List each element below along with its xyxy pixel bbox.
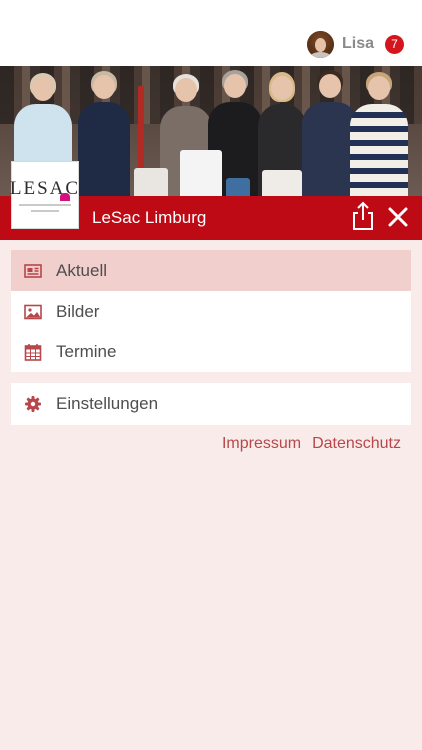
menu-item-termine[interactable]: Termine	[11, 331, 411, 372]
menu-item-label: Aktuell	[56, 261, 108, 280]
menu-item-einstellungen[interactable]: Einstellungen	[11, 383, 411, 424]
menu-item-label: Termine	[56, 342, 117, 361]
menu-item-label: Bilder	[56, 302, 100, 321]
user-profile[interactable]: Lisa 7	[306, 29, 404, 59]
footer-links: Impressum Datenschutz	[222, 435, 401, 453]
shop-logo: LESAC	[10, 161, 79, 229]
image-icon	[24, 304, 42, 320]
user-name[interactable]: Lisa	[342, 35, 374, 53]
share-icon[interactable]	[350, 201, 376, 231]
newspaper-icon	[24, 264, 42, 278]
top-bar: Lisa 7	[0, 0, 422, 66]
calendar-icon	[24, 344, 42, 361]
share-button[interactable]	[350, 201, 376, 231]
settings-menu: Einstellungen	[11, 383, 411, 425]
menu-item-aktuell[interactable]: Aktuell	[11, 250, 411, 291]
datenschutz-link[interactable]: Datenschutz	[312, 435, 401, 453]
menu-item-bilder[interactable]: Bilder	[11, 291, 411, 332]
avatar[interactable]	[306, 30, 334, 58]
notification-badge[interactable]: 7	[385, 34, 404, 54]
shop-name: LeSac Limburg	[92, 208, 207, 227]
gear-icon	[25, 396, 41, 412]
menu-item-label: Einstellungen	[56, 394, 159, 413]
main-menu: Aktuell Bilder Termine	[11, 250, 411, 372]
impressum-link[interactable]: Impressum	[222, 435, 301, 453]
close-icon[interactable]	[386, 205, 410, 229]
close-button[interactable]	[386, 205, 410, 229]
